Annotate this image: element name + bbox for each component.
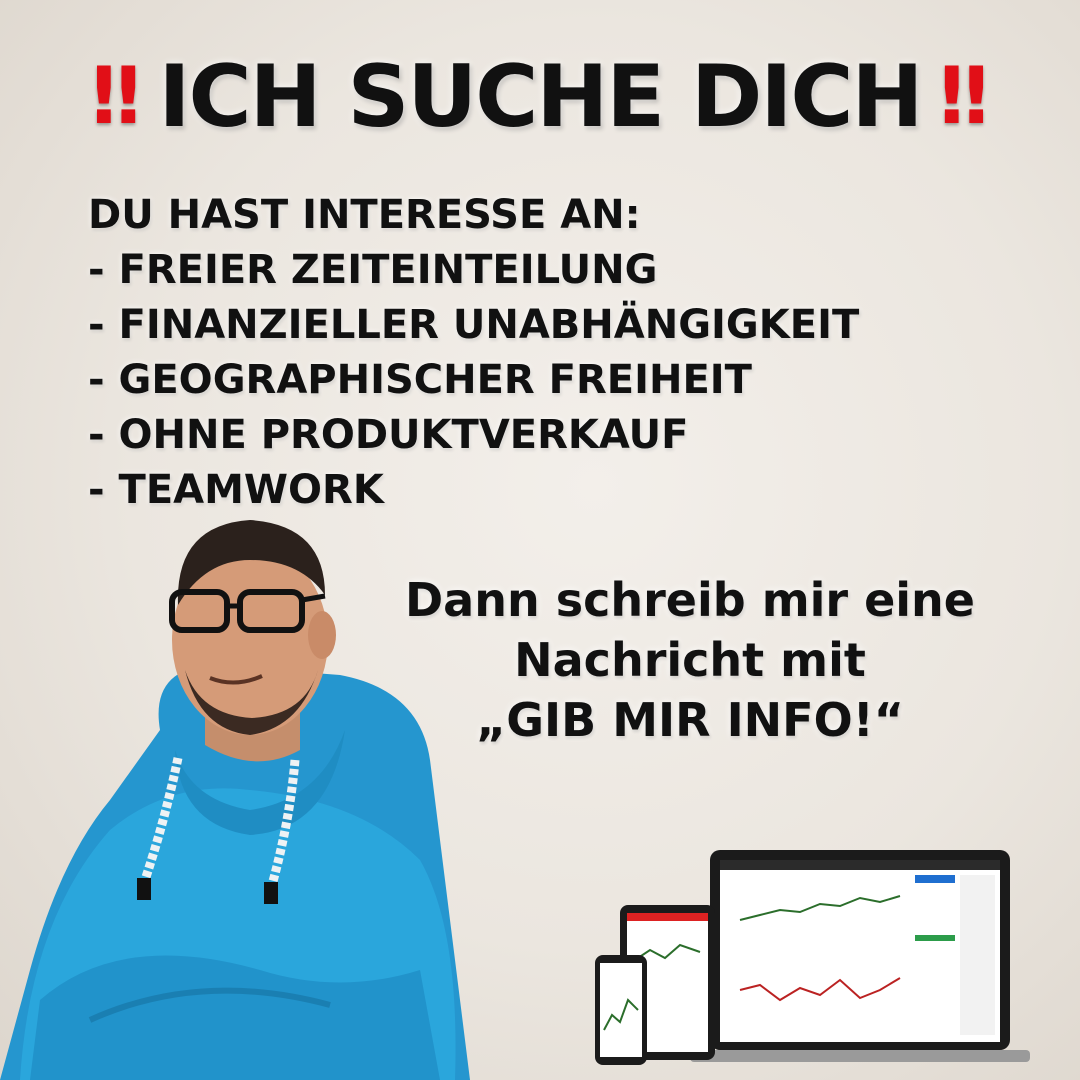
trading-devices-illustration: [595, 850, 1030, 1065]
interest-list: DU HAST INTERESSE AN: - FREIER ZEITEINTE…: [88, 188, 988, 518]
list-item: - FREIER ZEITEINTEILUNG: [88, 247, 658, 293]
page-title: ICH SUCHE DICH: [158, 47, 923, 147]
headline: ‼ ICH SUCHE DICH ‼: [0, 42, 1080, 152]
list-item: - OHNE PRODUKTVERKAUF: [88, 412, 689, 458]
double-exclamation-icon: ‼: [91, 52, 141, 142]
person-photo: [0, 520, 470, 1080]
interest-heading: DU HAST INTERESSE AN:: [88, 192, 641, 238]
double-exclamation-icon: ‼: [939, 52, 989, 142]
list-item: - FINANZIELLER UNABHÄNGIGKEIT: [88, 302, 860, 348]
list-item: - GEOGRAPHISCHER FREIHEIT: [88, 357, 752, 403]
